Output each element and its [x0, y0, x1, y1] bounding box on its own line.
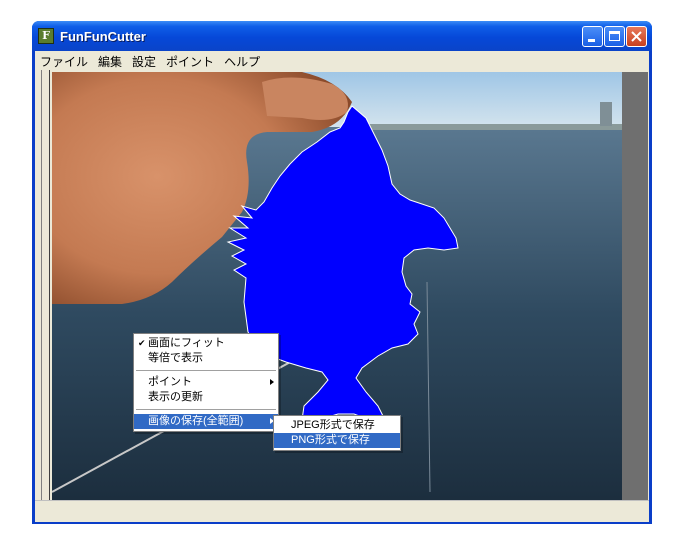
- menu-separator: [136, 370, 276, 371]
- menu-item-label: JPEG形式で保存: [291, 419, 375, 431]
- menu-item-save-jpeg[interactable]: JPEG形式で保存: [274, 418, 400, 433]
- menu-item-label: PNG形式で保存: [291, 434, 370, 446]
- maximize-icon: [609, 31, 620, 41]
- close-button[interactable]: [626, 26, 647, 47]
- title-bar[interactable]: F FunFunCutter: [32, 21, 652, 51]
- minimize-icon: [588, 39, 595, 42]
- save-submenu: JPEG形式で保存 PNG形式で保存: [273, 415, 401, 451]
- menu-settings[interactable]: 設定: [127, 51, 161, 70]
- menu-item-actual-size[interactable]: 等倍で表示: [134, 351, 278, 366]
- checkmark-icon: ✔: [138, 338, 146, 348]
- status-bar: [35, 500, 649, 522]
- minimize-button[interactable]: [582, 26, 603, 47]
- menu-item-label: 画像の保存(全範囲): [148, 415, 244, 427]
- menu-edit[interactable]: 編集: [93, 51, 127, 70]
- menu-item-refresh[interactable]: 表示の更新: [134, 390, 278, 405]
- app-icon[interactable]: F: [38, 28, 54, 44]
- menu-item-save-image[interactable]: 画像の保存(全範囲): [134, 414, 278, 429]
- menu-item-label: 等倍で表示: [148, 352, 203, 364]
- menu-bar: ファイル 編集 設定 ポイント ヘルプ: [35, 51, 649, 70]
- menu-help[interactable]: ヘルプ: [219, 51, 265, 70]
- maximize-button[interactable]: [604, 26, 625, 47]
- window-title: FunFunCutter: [60, 29, 146, 44]
- menu-point[interactable]: ポイント: [161, 51, 219, 70]
- menu-item-fit-to-screen[interactable]: ✔ 画面にフィット: [134, 336, 278, 351]
- submenu-arrow-icon: [270, 379, 274, 385]
- menu-item-save-png[interactable]: PNG形式で保存: [274, 433, 400, 448]
- close-icon: [631, 31, 642, 42]
- menu-item-label: ポイント: [148, 376, 192, 388]
- menu-item-label: 画面にフィット: [148, 337, 225, 349]
- canvas-background: [622, 72, 648, 500]
- menu-separator: [136, 409, 276, 410]
- menu-file[interactable]: ファイル: [35, 51, 93, 70]
- menu-item-point[interactable]: ポイント: [134, 375, 278, 390]
- menu-item-label: 表示の更新: [148, 391, 203, 403]
- context-menu: ✔ 画面にフィット 等倍で表示 ポイント 表示の更新 画像の保存(全範囲): [133, 333, 279, 432]
- far-shore: [352, 124, 622, 130]
- far-building: [600, 102, 612, 126]
- left-splitter[interactable]: [35, 70, 50, 500]
